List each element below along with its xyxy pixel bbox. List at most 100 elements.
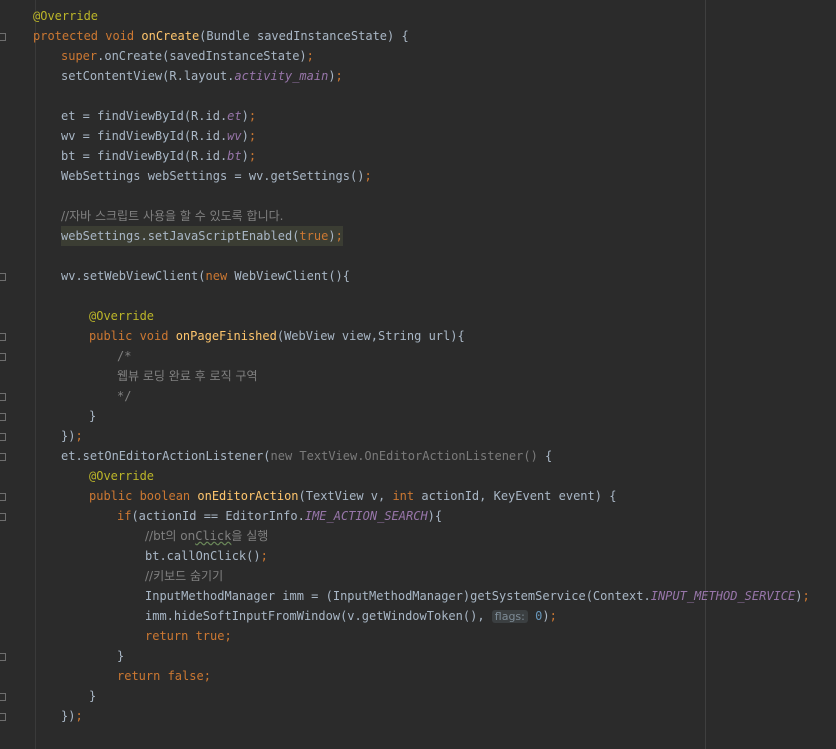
keyword: public void <box>89 329 176 343</box>
keyword: protected void <box>33 29 142 43</box>
right-margin-guide <box>705 0 706 749</box>
fold-icon[interactable] <box>0 493 7 502</box>
code-text: ) <box>241 129 249 143</box>
semicolon: ; <box>203 669 211 683</box>
comment: /* <box>117 349 132 363</box>
fold-icon[interactable] <box>0 273 7 282</box>
code-line[interactable]: //bt의 onClick을 실행 <box>145 526 268 546</box>
code-text: setContentView(R.layout. <box>61 69 235 83</box>
code-line[interactable]: setContentView(R.layout.activity_main); <box>61 66 343 86</box>
code-line[interactable]: if(actionId == EditorInfo.IME_ACTION_SEA… <box>117 506 442 526</box>
code-text: ){ <box>427 509 443 523</box>
code-line[interactable]: } <box>117 646 124 666</box>
code-text: } <box>89 409 97 423</box>
code-line[interactable]: return false; <box>117 666 211 686</box>
code-text: ) <box>542 609 550 623</box>
field-ref: bt <box>227 149 242 163</box>
semicolon: ; <box>260 549 268 563</box>
code-line[interactable]: et = findViewById(R.id.et); <box>61 106 256 126</box>
fold-icon[interactable] <box>0 333 7 342</box>
code-text: } <box>89 689 97 703</box>
semicolon: ; <box>306 49 314 63</box>
keyword: public boolean <box>89 489 198 503</box>
code-line[interactable]: }); <box>61 706 83 726</box>
method-name: onEditorAction <box>197 489 299 503</box>
code-text: InputMethodManager imm = (InputMethodMan… <box>145 589 651 603</box>
field-ref: INPUT_METHOD_SERVICE <box>650 589 796 603</box>
code-text: (TextView v, <box>298 489 393 503</box>
code-text: ) <box>328 229 336 243</box>
code-text: WebViewClient(){ <box>234 269 350 283</box>
method-name: onPageFinished <box>175 329 277 343</box>
fold-icon[interactable] <box>0 393 7 402</box>
annotation: @Override <box>89 469 155 483</box>
field-ref: et <box>227 109 242 123</box>
code-line[interactable]: public boolean onEditorAction(TextView v… <box>89 486 616 506</box>
keyword: return true <box>145 629 225 643</box>
comment-typo: Click <box>195 529 232 543</box>
annotation: @Override <box>33 9 99 23</box>
code-line[interactable]: @Override <box>89 466 154 486</box>
code-line-highlighted[interactable]: webSettings.setJavaScriptEnabled(true); <box>61 226 343 246</box>
code-line[interactable]: } <box>89 686 96 706</box>
code-text: wv.setWebViewClient( <box>61 269 206 283</box>
fold-icon[interactable] <box>0 413 7 422</box>
code-line[interactable]: @Override <box>33 6 98 26</box>
field-ref: wv <box>227 129 242 143</box>
code-line[interactable]: */ <box>117 386 131 406</box>
semicolon: ; <box>364 169 372 183</box>
code-text: { <box>537 449 553 463</box>
fold-icon[interactable] <box>0 513 7 522</box>
code-line[interactable]: bt = findViewById(R.id.bt); <box>61 146 256 166</box>
comment: 웹뷰 로딩 완료 후 로직 구역 <box>117 369 258 383</box>
code-line[interactable]: InputMethodManager imm = (InputMethodMan… <box>145 586 810 606</box>
fold-icon[interactable] <box>0 353 7 362</box>
comment: //bt의 on <box>145 529 196 543</box>
code-text: bt = findViewById(R.id. <box>61 149 228 163</box>
fold-icon[interactable] <box>0 693 7 702</box>
semicolon: ; <box>224 629 232 643</box>
fold-icon[interactable] <box>0 33 7 42</box>
fold-icon[interactable] <box>0 713 7 722</box>
code-line[interactable]: /* <box>117 346 131 366</box>
comment: //자바 스크립트 사용을 할 수 있도록 합니다. <box>61 209 284 223</box>
field-ref: activity_main <box>234 69 329 83</box>
fold-icon[interactable] <box>0 433 7 442</box>
fold-icon[interactable] <box>0 653 7 662</box>
code-text: (WebView view,String url){ <box>276 329 465 343</box>
code-line[interactable]: imm.hideSoftInputFromWindow(v.getWindowT… <box>145 606 557 626</box>
code-line[interactable]: WebSettings webSettings = wv.getSettings… <box>61 166 372 186</box>
code-line[interactable]: bt.callOnClick(); <box>145 546 268 566</box>
semicolon: ; <box>335 229 343 243</box>
code-line[interactable]: wv.setWebViewClient(new WebViewClient(){ <box>61 266 350 286</box>
semicolon: ; <box>75 429 83 443</box>
code-line[interactable]: }); <box>61 426 83 446</box>
code-line[interactable]: return true; <box>145 626 232 646</box>
fold-icon[interactable] <box>0 453 7 462</box>
code-text: ) <box>241 109 249 123</box>
comment: */ <box>117 389 132 403</box>
code-line[interactable]: wv = findViewById(R.id.wv); <box>61 126 256 146</box>
code-line[interactable]: public void onPageFinished(WebView view,… <box>89 326 465 346</box>
code-text: }) <box>61 429 76 443</box>
code-line[interactable]: //자바 스크립트 사용을 할 수 있도록 합니다. <box>61 206 283 226</box>
code-line[interactable]: protected void onCreate(Bundle savedInst… <box>33 26 409 46</box>
code-text: WebSettings webSettings = wv.getSettings… <box>61 169 365 183</box>
code-line[interactable]: et.setOnEditorActionListener(new TextVie… <box>61 446 552 466</box>
code-text: .onCreate(savedInstanceState) <box>97 49 307 63</box>
code-line[interactable]: @Override <box>89 306 154 326</box>
code-text: et.setOnEditorActionListener( <box>61 449 271 463</box>
code-text: bt.callOnClick() <box>145 549 261 563</box>
comment: //키보드 숨기기 <box>145 569 224 583</box>
code-line[interactable]: //키보드 숨기기 <box>145 566 223 586</box>
method-name: onCreate <box>141 29 200 43</box>
keyword: super <box>61 49 98 63</box>
code-line[interactable]: 웹뷰 로딩 완료 후 로직 구역 <box>117 366 258 386</box>
code-line[interactable]: super.onCreate(savedInstanceState); <box>61 46 314 66</box>
code-text: ) <box>328 69 336 83</box>
code-line[interactable]: } <box>89 406 96 426</box>
code-text: (actionId == EditorInfo. <box>131 509 305 523</box>
comment: 을 실행 <box>231 529 269 543</box>
semicolon: ; <box>248 149 257 163</box>
code-text: wv = findViewById(R.id. <box>61 129 228 143</box>
